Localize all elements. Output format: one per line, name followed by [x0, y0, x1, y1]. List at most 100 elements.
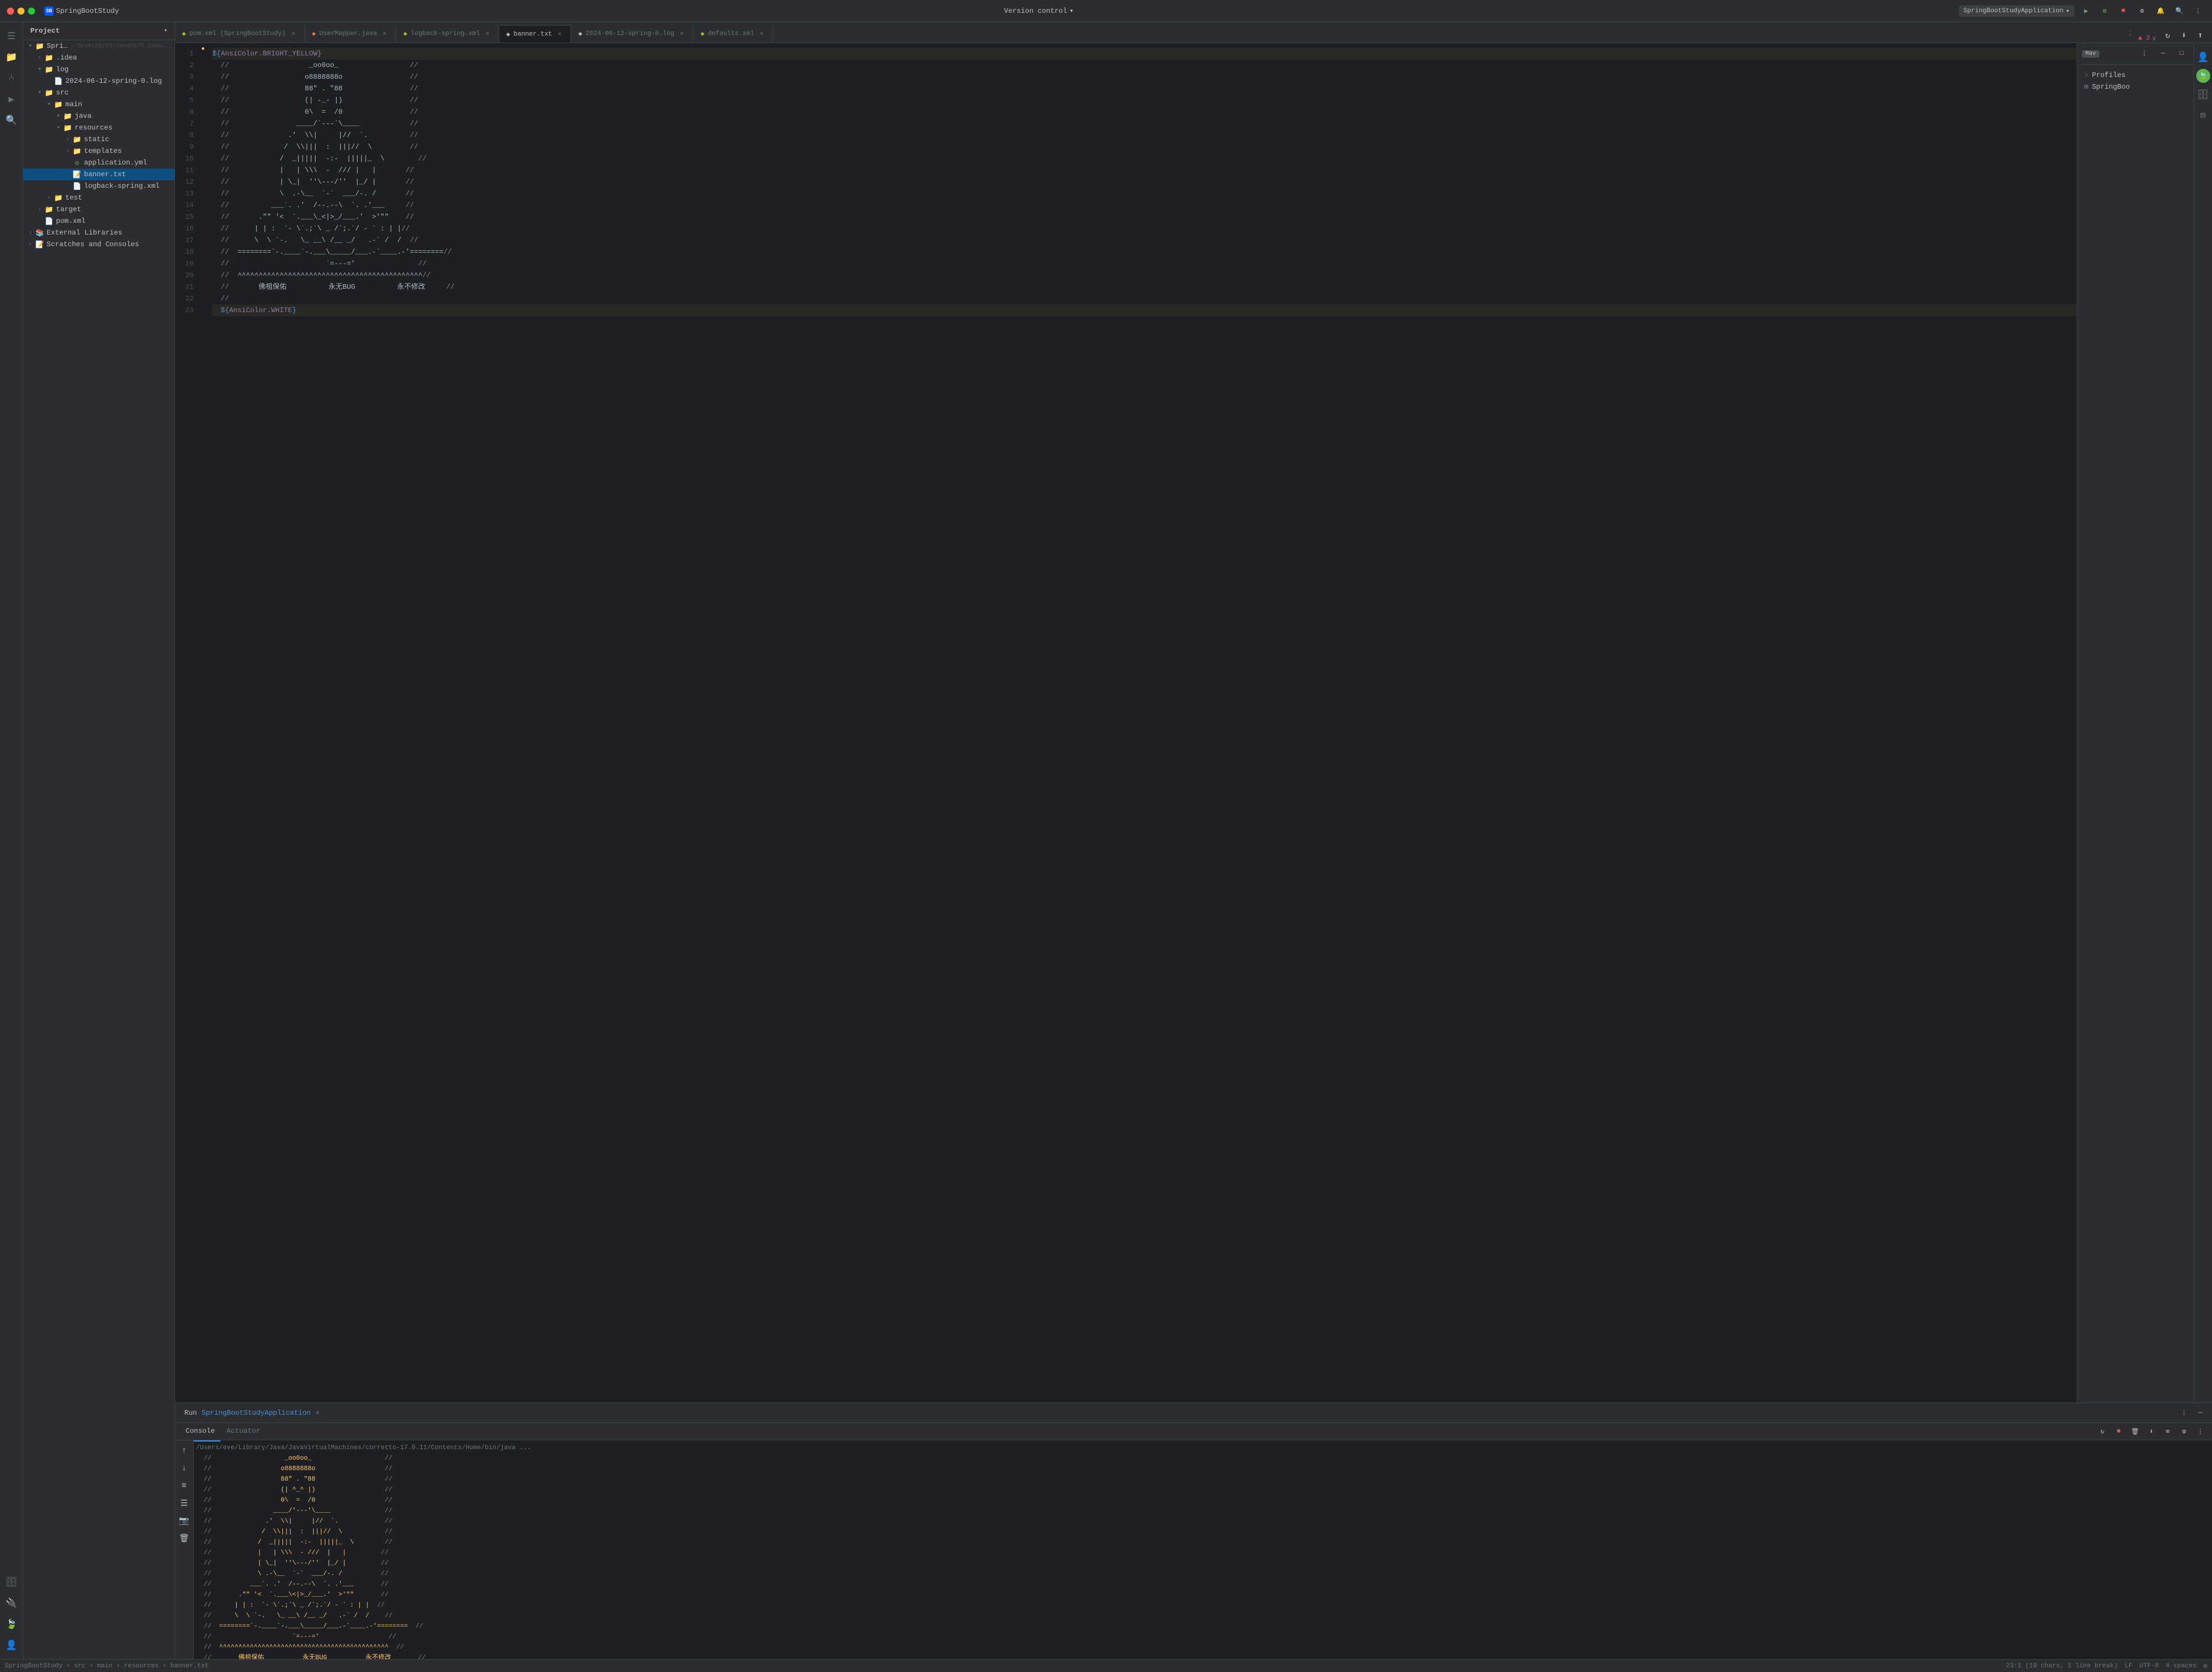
right-db-icon[interactable]: 🗄 [2194, 85, 2212, 104]
scroll-down-icon[interactable]: ⬇ [2144, 1425, 2158, 1439]
trash-icon[interactable]: 🗑 [176, 1530, 192, 1547]
cs-end-2: // [377, 1464, 392, 1474]
person-icon[interactable]: 👤 [2, 1636, 21, 1654]
right-plugin-icon[interactable]: m [2194, 106, 2212, 125]
tree-item-extlibs[interactable]: › 📚 External Libraries [23, 227, 174, 239]
tree-item-pom[interactable]: 📄 pom.xml [23, 215, 174, 227]
status-indent[interactable]: 4 spaces [2166, 1663, 2197, 1670]
settings-icon[interactable]: ⚙ [2135, 4, 2149, 18]
tab-springlog-close[interactable]: ✕ [678, 30, 686, 38]
download-icon[interactable]: ⬇ [2177, 29, 2191, 43]
project-icon[interactable]: 📁 [2, 48, 21, 67]
bottom-content[interactable]: /Users/eve/Library/Java/JavaVirtualMachi… [194, 1440, 2212, 1659]
debug-button[interactable]: ⚙ [2098, 4, 2112, 18]
status-position[interactable]: 23:1 (19 chars, 1 line break) [2006, 1663, 2118, 1670]
upload-icon[interactable]: ⬆ [2193, 29, 2207, 43]
status-encoding[interactable]: UTF-8 [2140, 1663, 2159, 1670]
maven-panel[interactable]: › Profiles m SpringBoo [2077, 65, 2193, 1402]
tree-item-target[interactable]: › 📁 target [23, 204, 174, 215]
stop-console-icon[interactable]: ■ [2112, 1425, 2126, 1439]
tree-item-java[interactable]: ▾ 📁 java [23, 110, 174, 122]
profiles-item[interactable]: › Profiles [2077, 69, 2193, 81]
run-tab-close[interactable]: ✕ [316, 1408, 320, 1417]
tab-pom[interactable]: ◆ pom.xml (SpringBootStudy) ✕ [175, 25, 305, 43]
tab-usermapper-close[interactable]: ✕ [380, 30, 388, 38]
vcs-icon[interactable]: ⑃ [2, 69, 21, 88]
springboot-item[interactable]: m SpringBoo [2077, 81, 2193, 93]
code-slash-end-20: // [422, 270, 430, 281]
tab-usermapper[interactable]: ◆ UserMapper.java ✕ [305, 25, 397, 43]
search-icon[interactable]: 🔍 [2172, 4, 2186, 18]
database-icon[interactable]: 🗄 [2, 1573, 21, 1591]
tree-item-idea[interactable]: › 📁 .idea [23, 52, 174, 64]
run-activity-icon[interactable]: ▶ [2, 90, 21, 109]
version-control-btn[interactable]: Version control ▾ [1004, 6, 1073, 15]
sidebar-toggle-icon[interactable]: ☰ [2, 27, 21, 46]
ca-7: .' \\| |// `. [211, 1516, 377, 1527]
code-slash-22: // [212, 293, 229, 305]
breadcrumb[interactable]: SpringBootStudy › src › main › resources… [5, 1663, 209, 1670]
code-area[interactable]: ${AnsiColor.BRIGHT_YELLOW} // _oo0oo_ //… [208, 43, 2077, 1402]
wrap-lines-icon[interactable]: ≡ [176, 1478, 192, 1494]
tree-item-scratches[interactable]: › 📝 Scratches and Consoles [23, 239, 174, 250]
tree-item-resources[interactable]: ▾ 📁 resources [23, 122, 174, 134]
tree-item-src[interactable]: ▾ 📁 src [23, 87, 174, 99]
bottom-more-icon[interactable]: ⋮ [2177, 1406, 2191, 1420]
run-button[interactable]: ▶ [2079, 4, 2093, 18]
right-person-icon[interactable]: 👤 [2194, 48, 2212, 67]
bottom-collapse-icon[interactable]: — [2193, 1406, 2207, 1420]
line-num-16: 16 [175, 223, 198, 235]
refresh-icon[interactable]: ↻ [2095, 1425, 2109, 1439]
more-icon[interactable]: ⋮ [2191, 4, 2205, 18]
maven-button[interactable]: Mav [2082, 50, 2099, 58]
sync-icon[interactable]: ↻ [2161, 29, 2175, 43]
tree-item-main[interactable]: ▾ 📁 main [23, 99, 174, 110]
tab-more-button[interactable]: ⋮ [2123, 25, 2138, 43]
sidebar-content[interactable]: ▾ 📁 SpringBootStudy ~/Desktop/CS/JavaEE/… [23, 40, 174, 1659]
tree-item-banner[interactable]: 📝 banner.txt [23, 169, 174, 180]
tree-item-templates[interactable]: › 📁 templates [23, 145, 174, 157]
minimize-button[interactable] [18, 8, 24, 15]
right-panel: Mav ⋮ — □ › Profiles m SpringBoo [2077, 43, 2193, 1402]
status-line-ending[interactable]: LF [2124, 1663, 2132, 1670]
tab-defaults-close[interactable]: ✕ [758, 30, 766, 38]
run-config[interactable]: SpringBootStudyApplication ▾ [1959, 5, 2074, 17]
list-icon[interactable]: ☰ [176, 1495, 192, 1512]
more-console-icon[interactable]: ⋮ [2193, 1425, 2207, 1439]
notification-icon[interactable]: 🔔 [2154, 4, 2168, 18]
plugin-icon[interactable]: 🔌 [2, 1594, 21, 1612]
tab-springlog[interactable]: ◆ 2024-06-12-spring-0.log ✕ [571, 25, 693, 43]
settings-console-icon[interactable]: ⚙ [2177, 1425, 2191, 1439]
scroll-down-icon[interactable]: ↓ [176, 1460, 192, 1477]
maximize-button[interactable] [28, 8, 35, 15]
tree-item-application[interactable]: ⚙ application.yml [23, 157, 174, 169]
tab-defaults[interactable]: ◆ defaults.xml ✕ [694, 25, 774, 43]
spring-icon[interactable]: 🍃 [2, 1615, 21, 1633]
tree-item-test[interactable]: › 📁 test [23, 192, 174, 204]
tree-item-logfile[interactable]: 📄 2024-06-12-spring-0.log [23, 75, 174, 87]
tree-item-logback[interactable]: 📄 logback-spring.xml [23, 180, 174, 192]
tab-banner-close[interactable]: ✕ [555, 30, 564, 39]
right-panel-expand[interactable]: □ [2175, 47, 2189, 61]
scroll-up-icon[interactable]: ↑ [176, 1443, 192, 1459]
actuator-tab[interactable]: Actuator [220, 1422, 266, 1442]
right-panel-collapse[interactable]: — [2156, 47, 2170, 61]
spring-icon[interactable]: 🍃 [2196, 69, 2210, 83]
cs-5: // [196, 1495, 211, 1506]
tab-logback[interactable]: ◆ logback-spring.xml ✕ [396, 25, 499, 43]
tree-item-springbootstudy[interactable]: ▾ 📁 SpringBootStudy ~/Desktop/CS/JavaEE/… [23, 40, 174, 52]
clear-icon[interactable]: 🗑 [2128, 1425, 2142, 1439]
wrap-icon[interactable]: ⌧ [2161, 1425, 2175, 1439]
code-art-12: | \_| ''\---/'' |_/ | [229, 176, 405, 188]
stop-button[interactable]: ■ [2116, 4, 2130, 18]
tree-item-static[interactable]: › 📁 static [23, 134, 174, 145]
camera-icon[interactable]: 📷 [176, 1513, 192, 1529]
tab-banner[interactable]: ◆ banner.txt ✕ [499, 25, 572, 43]
right-panel-more[interactable]: ⋮ [2137, 47, 2151, 61]
search-activity-icon[interactable]: 🔍 [2, 111, 21, 130]
close-button[interactable] [7, 8, 14, 15]
tab-logback-close[interactable]: ✕ [484, 30, 492, 38]
tab-pom-close[interactable]: ✕ [289, 30, 298, 38]
tree-item-log[interactable]: ▾ 📁 log [23, 64, 174, 75]
console-tab[interactable]: Console [180, 1422, 220, 1442]
